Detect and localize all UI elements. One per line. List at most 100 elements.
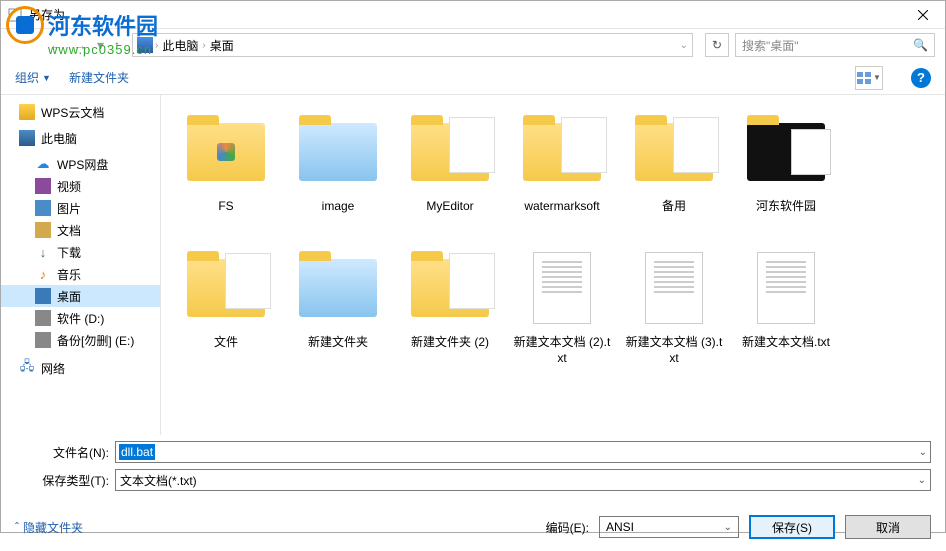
folder-icon (183, 109, 269, 195)
nav-recent-icon[interactable]: ▾ (97, 37, 104, 54)
encoding-select[interactable]: ANSI ⌄ (599, 516, 739, 538)
sidebar-item-network[interactable]: 🖧 网络 (1, 357, 160, 379)
file-item[interactable]: 新建文本文档.txt (735, 245, 837, 375)
app-icon (7, 7, 23, 23)
network-icon: 🖧 (19, 360, 35, 376)
file-label: 新建文件夹 (308, 335, 368, 351)
navbar: ← → ▾ ↑ › 此电脑 › 桌面 ⌄ ↻ 搜索"桌面" 🔍 (1, 29, 945, 61)
encoding-value: ANSI (606, 520, 634, 534)
window-title: 另存为 (29, 6, 900, 23)
drive-icon (35, 310, 51, 326)
file-label: 新建文件夹 (2) (411, 335, 489, 351)
sidebar: WPS云文档 此电脑 ☁ WPS网盘 视频 图片 文档 ↓ 下载 ♪ 音乐 (1, 95, 161, 435)
pc-icon (19, 130, 35, 146)
chevron-right-icon: › (202, 40, 205, 51)
file-item[interactable]: image (287, 109, 389, 239)
file-label: FS (218, 199, 233, 215)
text-file-icon (743, 245, 829, 331)
nav-forward-icon[interactable]: → (73, 37, 87, 53)
file-item[interactable]: FS (175, 109, 277, 239)
sidebar-item-downloads[interactable]: ↓ 下载 (1, 241, 160, 263)
sidebar-item-video[interactable]: 视频 (1, 175, 160, 197)
cloud-icon: ☁ (35, 156, 51, 172)
save-form: 文件名(N): dll.bat ⌄ 保存类型(T): 文本文档(*.txt) ⌄ (1, 435, 945, 507)
chevron-down-icon[interactable]: ⌄ (919, 447, 927, 458)
file-list: FS image MyEditor watermarksoft 备用 河东软件园文件 新建文… (161, 95, 945, 435)
file-item[interactable]: MyEditor (399, 109, 501, 239)
breadcrumb-desktop[interactable]: 桌面 (208, 37, 236, 54)
breadcrumb-pc[interactable]: 此电脑 (160, 37, 200, 54)
file-label: image (322, 199, 355, 215)
pictures-icon (35, 200, 51, 216)
sidebar-item-drive-d[interactable]: 软件 (D:) (1, 307, 160, 329)
drive-icon (35, 332, 51, 348)
organize-button[interactable]: 组织 ▼ (15, 69, 51, 86)
sidebar-item-drive-e[interactable]: 备份[勿删] (E:) (1, 329, 160, 351)
filename-label: 文件名(N): (15, 444, 115, 461)
file-item[interactable]: 新建文件夹 (287, 245, 389, 375)
file-label: watermarksoft (524, 199, 599, 215)
toolbar: 组织 ▼ 新建文件夹 ▼ ? (1, 61, 945, 95)
music-icon: ♪ (35, 266, 51, 282)
folder-icon (295, 109, 381, 195)
folder-icon (183, 245, 269, 331)
folder-icon (631, 109, 717, 195)
folder-icon (407, 245, 493, 331)
sidebar-item-pc[interactable]: 此电脑 (1, 127, 160, 149)
search-placeholder: 搜索"桌面" (742, 37, 913, 54)
save-button[interactable]: 保存(S) (749, 515, 835, 539)
sidebar-item-music[interactable]: ♪ 音乐 (1, 263, 160, 285)
chevron-down-icon: ⌄ (918, 475, 926, 486)
file-label: 备用 (662, 199, 686, 215)
file-item[interactable]: 文件 (175, 245, 277, 375)
search-icon[interactable]: 🔍 (913, 38, 928, 52)
file-label: MyEditor (426, 199, 473, 215)
chevron-right-icon: › (155, 40, 158, 51)
text-file-icon (631, 245, 717, 331)
savetype-label: 保存类型(T): (15, 472, 115, 489)
help-button[interactable]: ? (911, 68, 931, 88)
downloads-icon: ↓ (35, 244, 51, 260)
file-item[interactable]: 新建文本文档 (2).txt (511, 245, 613, 375)
desktop-icon (35, 288, 51, 304)
sidebar-item-documents[interactable]: 文档 (1, 219, 160, 241)
newfolder-button[interactable]: 新建文件夹 (69, 69, 129, 86)
video-icon (35, 178, 51, 194)
pc-icon (137, 37, 153, 53)
sidebar-item-wpsdisk[interactable]: ☁ WPS网盘 (1, 153, 160, 175)
file-item[interactable]: 河东软件园 (735, 109, 837, 239)
text-file-icon (519, 245, 605, 331)
titlebar: 另存为 (1, 1, 945, 29)
bottom-bar: ˆ 隐藏文件夹 编码(E): ANSI ⌄ 保存(S) 取消 (1, 507, 945, 551)
folder-icon (295, 245, 381, 331)
savetype-value: 文本文档(*.txt) (120, 472, 197, 489)
file-label: 新建文本文档 (2).txt (511, 335, 613, 366)
nav-up-icon[interactable]: ↑ (114, 38, 120, 52)
chevron-down-icon: ▼ (42, 73, 51, 83)
folder-icon (19, 104, 35, 120)
refresh-button[interactable]: ↻ (705, 33, 729, 57)
file-item[interactable]: 新建文件夹 (2) (399, 245, 501, 375)
file-label: 新建文本文档 (3).txt (623, 335, 725, 366)
folder-icon (743, 109, 829, 195)
file-item[interactable]: 新建文本文档 (3).txt (623, 245, 725, 375)
breadcrumb[interactable]: › 此电脑 › 桌面 ⌄ (132, 33, 693, 57)
savetype-select[interactable]: 文本文档(*.txt) ⌄ (115, 469, 931, 491)
folder-icon (407, 109, 493, 195)
chevron-up-icon: ˆ (15, 520, 19, 534)
cancel-button[interactable]: 取消 (845, 515, 931, 539)
search-input[interactable]: 搜索"桌面" 🔍 (735, 33, 935, 57)
sidebar-item-pictures[interactable]: 图片 (1, 197, 160, 219)
folder-icon (519, 109, 605, 195)
sidebar-item-desktop[interactable]: 桌面 (1, 285, 160, 307)
view-button[interactable]: ▼ (855, 66, 883, 90)
file-item[interactable]: watermarksoft (511, 109, 613, 239)
filename-input[interactable]: dll.bat ⌄ (115, 441, 931, 463)
close-button[interactable] (900, 1, 945, 29)
file-label: 河东软件园 (756, 199, 816, 215)
file-label: 文件 (214, 335, 238, 351)
nav-back-icon[interactable]: ← (49, 37, 63, 53)
chevron-down-icon[interactable]: ⌄ (680, 40, 688, 51)
sidebar-item-wpscloud[interactable]: WPS云文档 (1, 101, 160, 123)
file-item[interactable]: 备用 (623, 109, 725, 239)
